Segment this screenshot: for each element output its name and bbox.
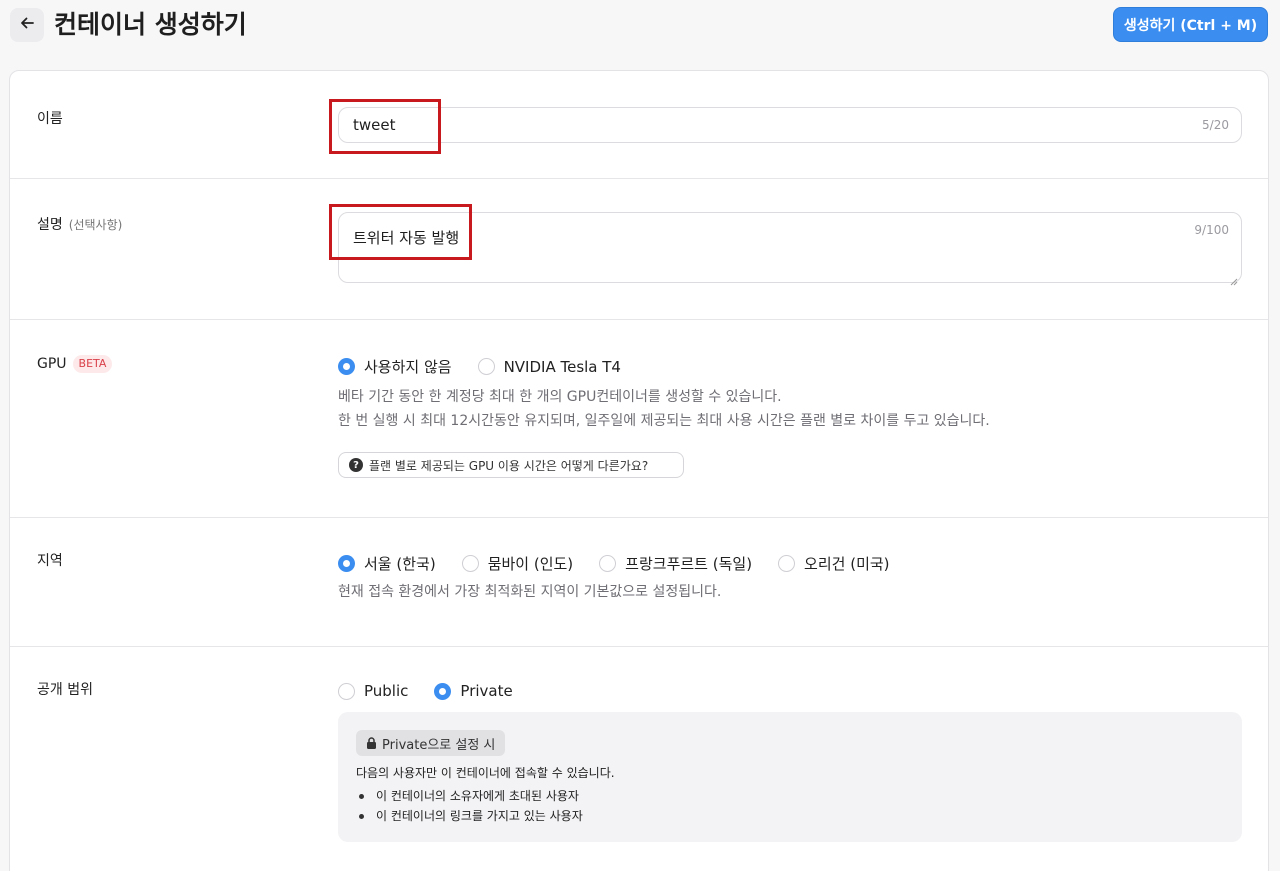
description-label: 설명 (선택사항)	[37, 215, 122, 235]
private-description: 다음의 사용자만 이 컨테이너에 접속할 수 있습니다.	[356, 766, 615, 780]
list-item-text: 이 컨테이너의 링크를 가지고 있는 사용자	[376, 809, 583, 823]
gpu-help-text: 베타 기간 동안 한 계정당 최대 한 개의 GPU컨테이너를 생성할 수 있습…	[338, 385, 990, 433]
region-label-text: 지역	[37, 553, 63, 569]
description-label-text: 설명	[37, 217, 63, 233]
gpu-option-none[interactable]: 사용하지 않음	[338, 356, 452, 377]
description-label-hint: (선택사항)	[68, 218, 123, 232]
beta-badge: BETA	[72, 355, 113, 373]
region-option-label: 서울 (한국)	[364, 555, 436, 573]
radio-selected-icon[interactable]	[338, 555, 355, 572]
radio-selected-icon[interactable]	[434, 682, 452, 700]
name-counter: 5/20	[1202, 118, 1229, 132]
name-section: 이름 tweet 5/20	[10, 71, 1268, 179]
radio-icon[interactable]	[461, 555, 479, 572]
region-option-oregon[interactable]: 오리건 (미국)	[778, 553, 890, 574]
question-icon: ?	[349, 458, 363, 472]
list-item: 이 컨테이너의 소유자에게 초대된 사용자	[356, 786, 583, 806]
visibility-label: 공개 범위	[37, 680, 93, 700]
description-section: 설명 (선택사항) 트위터 자동 발행 9/100	[10, 179, 1268, 320]
radio-icon[interactable]	[338, 682, 355, 700]
region-help-text: 현재 접속 환경에서 가장 최적화된 지역이 기본값으로 설정됩니다.	[338, 584, 722, 600]
region-radio-group: 서울 (한국) 뭄바이 (인도) 프랑크푸르트 (독일) 오리건 (미국)	[338, 553, 916, 574]
region-option-label: 뭄바이 (인도)	[487, 555, 574, 573]
private-info-box: Private으로 설정 시 다음의 사용자만 이 컨테이너에 접속할 수 있습…	[338, 712, 1242, 842]
description-textarea[interactable]: 트위터 자동 발행 9/100	[338, 212, 1242, 286]
radio-icon[interactable]	[778, 555, 796, 572]
bullet-icon	[359, 813, 364, 819]
visibility-option-private[interactable]: Private	[434, 682, 513, 700]
name-label-text: 이름	[37, 111, 63, 127]
gpu-option-t4[interactable]: NVIDIA Tesla T4	[477, 357, 621, 376]
resize-handle-icon[interactable]	[1230, 271, 1238, 286]
visibility-option-label: Public	[364, 682, 409, 700]
region-label: 지역	[37, 551, 63, 571]
gpu-option-label: NVIDIA Tesla T4	[503, 357, 621, 376]
highlight-box	[329, 204, 472, 260]
gpu-help-line: 한 번 실행 시 최대 12시간동안 유지되며, 일주일에 제공되는 최대 사용…	[338, 413, 990, 429]
gpu-faq-button[interactable]: ? 플랜 별로 제공되는 GPU 이용 시간은 어떻게 다른가요?	[338, 452, 684, 478]
description-counter: 9/100	[1194, 223, 1229, 237]
name-input[interactable]: tweet 5/20	[338, 107, 1242, 143]
region-section: 지역 서울 (한국) 뭄바이 (인도) 프랑크푸르트 (독일) 오리건 (미국)…	[10, 518, 1268, 647]
gpu-faq-label: 플랜 별로 제공되는 GPU 이용 시간은 어떻게 다른가요?	[369, 458, 649, 473]
private-tag: Private으로 설정 시	[356, 730, 506, 756]
radio-icon[interactable]	[477, 358, 495, 375]
visibility-option-public[interactable]: Public	[338, 682, 408, 700]
form-card: 이름 tweet 5/20 설명 (선택사항) 트위터 자동 발행 9/100 …	[9, 70, 1269, 871]
header: 컨테이너 생성하기 생성하기 (Ctrl + M)	[0, 0, 1280, 60]
gpu-section: GPU BETA 사용하지 않음 NVIDIA Tesla T4 베타 기간 동…	[10, 320, 1268, 518]
gpu-radio-group: 사용하지 않음 NVIDIA Tesla T4	[338, 356, 647, 377]
list-item-text: 이 컨테이너의 소유자에게 초대된 사용자	[376, 789, 579, 803]
radio-selected-icon[interactable]	[338, 358, 355, 375]
region-option-label: 오리건 (미국)	[804, 555, 890, 573]
lock-icon	[366, 737, 377, 749]
arrow-left-icon	[19, 15, 35, 35]
region-option-mumbai[interactable]: 뭄바이 (인도)	[461, 553, 574, 574]
visibility-label-text: 공개 범위	[37, 682, 93, 698]
gpu-label: GPU BETA	[37, 354, 113, 374]
gpu-help-line: 베타 기간 동안 한 계정당 최대 한 개의 GPU컨테이너를 생성할 수 있습…	[338, 389, 782, 405]
region-option-frankfurt[interactable]: 프랑크푸르트 (독일)	[599, 553, 752, 574]
private-user-list: 이 컨테이너의 소유자에게 초대된 사용자 이 컨테이너의 링크를 가지고 있는…	[356, 786, 583, 826]
create-button[interactable]: 생성하기 (Ctrl + M)	[1113, 7, 1268, 42]
page-title: 컨테이너 생성하기	[54, 10, 247, 39]
highlight-box	[329, 99, 441, 154]
region-option-seoul[interactable]: 서울 (한국)	[338, 553, 436, 574]
visibility-radio-group: Public Private	[338, 682, 539, 700]
bullet-icon	[359, 793, 364, 799]
name-label: 이름	[37, 109, 63, 129]
gpu-option-label: 사용하지 않음	[364, 358, 452, 376]
gpu-label-text: GPU	[37, 356, 67, 372]
radio-icon[interactable]	[599, 555, 617, 572]
private-tag-label: Private으로 설정 시	[382, 737, 496, 753]
region-option-label: 프랑크푸르트 (독일)	[625, 555, 753, 573]
list-item: 이 컨테이너의 링크를 가지고 있는 사용자	[356, 806, 583, 826]
back-button[interactable]	[10, 8, 44, 42]
visibility-option-label: Private	[460, 682, 513, 700]
